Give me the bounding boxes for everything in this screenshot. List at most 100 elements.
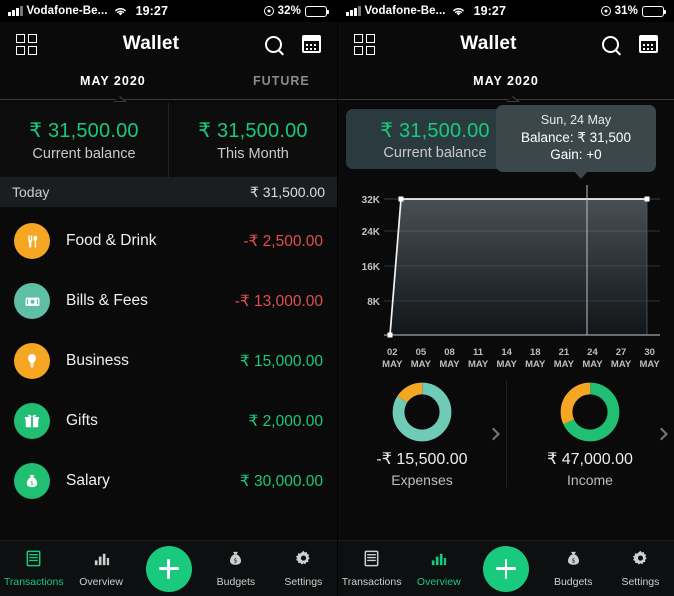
carrier-label: Vodafone-Be... xyxy=(364,5,446,17)
table-row[interactable]: Gifts ₹ 2,000.00 xyxy=(0,391,337,451)
x-tick-label: 05 MAY xyxy=(410,347,432,370)
balance-card-this-month[interactable]: ₹ 31,500.00 This Month xyxy=(168,103,337,177)
moneybag-icon: $ xyxy=(226,549,245,573)
transaction-name: Salary xyxy=(66,472,110,489)
lightbulb-icon xyxy=(14,343,50,379)
banknote-icon xyxy=(14,283,50,319)
balance-summary-row: ₹ 31,500.00 Current balance ₹ 31,500.00 … xyxy=(0,103,337,177)
balance-card-current[interactable]: ₹ 31,500.00 Current balance xyxy=(0,103,168,177)
balance-label: Current balance xyxy=(32,146,136,162)
grid-icon[interactable] xyxy=(16,33,37,55)
location-icon xyxy=(263,6,274,16)
tab-settings[interactable]: Settings xyxy=(270,549,337,588)
x-tick-label: 18 MAY xyxy=(525,347,546,370)
add-button[interactable] xyxy=(145,545,192,592)
tab-budgets[interactable]: $ Budgets xyxy=(202,549,269,588)
search-icon[interactable] xyxy=(265,35,282,53)
x-tick-label: 14 MAY xyxy=(496,347,517,370)
chart-x-axis-labels: 02 MAY 05 MAY 08 MAY 11 MAY 14 MAY 18 MAY 21 MA… xyxy=(344,345,664,371)
transaction-amount: ₹ 30,000.00 xyxy=(239,472,323,490)
status-bar-left: Vodafone-Be... 19:27 32% xyxy=(0,0,337,22)
calendar-icon[interactable] xyxy=(639,35,658,53)
tab-overview[interactable]: Overview xyxy=(67,549,134,588)
svg-text:32K: 32K xyxy=(362,195,381,206)
dual-phone-screenshot: Vodafone-Be... 19:27 32% Wallet MAY 2020 xyxy=(0,0,674,596)
summary-donuts: -₹ 15,500.00 Expenses ₹ 47,000.00 Income xyxy=(338,369,674,499)
tab-label: Transactions xyxy=(341,576,402,588)
status-clock: 19:27 xyxy=(135,4,169,18)
add-button[interactable] xyxy=(483,545,529,592)
table-row[interactable]: Bills & Fees -₹ 13,000.00 xyxy=(0,271,337,331)
day-group-header: Today ₹ 31,500.00 xyxy=(0,177,337,207)
month-underline xyxy=(338,96,674,103)
battery-icon xyxy=(642,5,667,17)
chart-svg: 32K 24K 16K 8K xyxy=(362,185,660,338)
expenses-summary[interactable]: -₹ 15,500.00 Expenses xyxy=(338,369,506,499)
svg-text:$: $ xyxy=(571,558,575,564)
income-donut-chart xyxy=(560,382,620,441)
table-row[interactable]: Business ₹ 15,000.00 xyxy=(0,331,337,391)
income-amount: ₹ 47,000.00 xyxy=(547,450,633,468)
day-group-label: Today xyxy=(12,184,50,200)
x-tick-label: 24 MAY xyxy=(582,347,603,370)
search-icon[interactable] xyxy=(602,35,619,53)
svg-text:16K: 16K xyxy=(362,262,381,273)
transaction-amount: ₹ 15,000.00 xyxy=(239,352,323,370)
month-caret-icon xyxy=(113,96,127,102)
tab-transactions[interactable]: Transactions xyxy=(338,549,405,588)
month-underline xyxy=(0,96,337,103)
month-tab-future[interactable]: FUTURE xyxy=(226,74,337,88)
x-tick-label: 02 MAY xyxy=(382,347,403,370)
tab-bar-right: Transactions Overview $ Budgets Settings xyxy=(338,540,674,596)
x-tick-label: 08 MAY xyxy=(439,347,460,370)
month-tab-current[interactable]: MAY 2020 xyxy=(0,74,226,88)
chevron-right-icon[interactable] xyxy=(487,427,500,441)
nav-actions xyxy=(265,35,321,53)
location-icon xyxy=(600,6,611,16)
status-left-group: Vodafone-Be... 19:27 xyxy=(8,4,168,18)
calendar-icon[interactable] xyxy=(302,35,321,53)
tab-label: Overview xyxy=(79,576,123,588)
chevron-right-icon[interactable] xyxy=(655,427,668,441)
income-label: Income xyxy=(567,471,613,488)
expenses-amount: -₹ 15,500.00 xyxy=(376,450,468,468)
tab-label: Settings xyxy=(621,576,660,588)
x-tick-label: 27 MAY xyxy=(610,347,632,370)
balance-amount: ₹ 31,500.00 xyxy=(380,119,490,142)
tooltip-date: Sun, 24 May xyxy=(540,113,612,127)
income-summary[interactable]: ₹ 47,000.00 Income xyxy=(506,369,674,499)
table-row[interactable]: $ Salary ₹ 30,000.00 xyxy=(0,451,337,511)
month-tab-current[interactable]: MAY 2020 xyxy=(473,74,539,88)
transaction-amount: -₹ 13,000.00 xyxy=(234,292,323,310)
bars-icon xyxy=(429,549,448,573)
transaction-amount: ₹ 2,000.00 xyxy=(248,412,323,430)
battery-icon xyxy=(305,5,330,17)
balance-label: Current balance xyxy=(383,144,487,161)
status-right-group: 32% xyxy=(263,5,330,17)
tab-overview[interactable]: Overview xyxy=(405,549,472,588)
signal-bars-icon xyxy=(8,6,23,16)
status-clock: 19:27 xyxy=(473,4,507,18)
phone-screen-overview: Vodafone-Be... 19:27 31% Wallet MAY 2020 xyxy=(337,0,674,596)
carrier-label: Vodafone-Be... xyxy=(26,5,108,17)
month-selector-left: MAY 2020 FUTURE xyxy=(0,66,337,96)
expenses-label: Expenses xyxy=(391,471,453,488)
tab-settings[interactable]: Settings xyxy=(607,549,674,588)
tab-budgets[interactable]: $ Budgets xyxy=(540,549,607,588)
gift-icon xyxy=(14,403,50,439)
grid-icon[interactable] xyxy=(354,33,375,55)
day-group-amount: ₹ 31,500.00 xyxy=(249,183,325,200)
tab-label: Overview xyxy=(416,576,461,588)
transaction-name: Bills & Fees xyxy=(66,292,148,309)
expenses-donut-chart xyxy=(392,382,452,441)
tab-transactions[interactable]: Transactions xyxy=(0,549,67,588)
table-row[interactable]: Food & Drink -₹ 2,500.00 xyxy=(0,211,337,271)
transaction-amount: -₹ 2,500.00 xyxy=(243,232,323,250)
x-tick-label: 11 MAY xyxy=(467,347,489,370)
expenses-inner: -₹ 15,500.00 Expenses xyxy=(376,381,468,488)
income-inner: ₹ 47,000.00 Income xyxy=(547,381,633,488)
balance-chart[interactable]: 32K 24K 16K 8K 02 MAY 05 MAY 08 MAY 11 M… xyxy=(338,177,674,370)
bars-icon xyxy=(92,549,111,573)
tab-label: Settings xyxy=(284,576,323,588)
x-tick-label: 21 MAY xyxy=(553,347,574,370)
